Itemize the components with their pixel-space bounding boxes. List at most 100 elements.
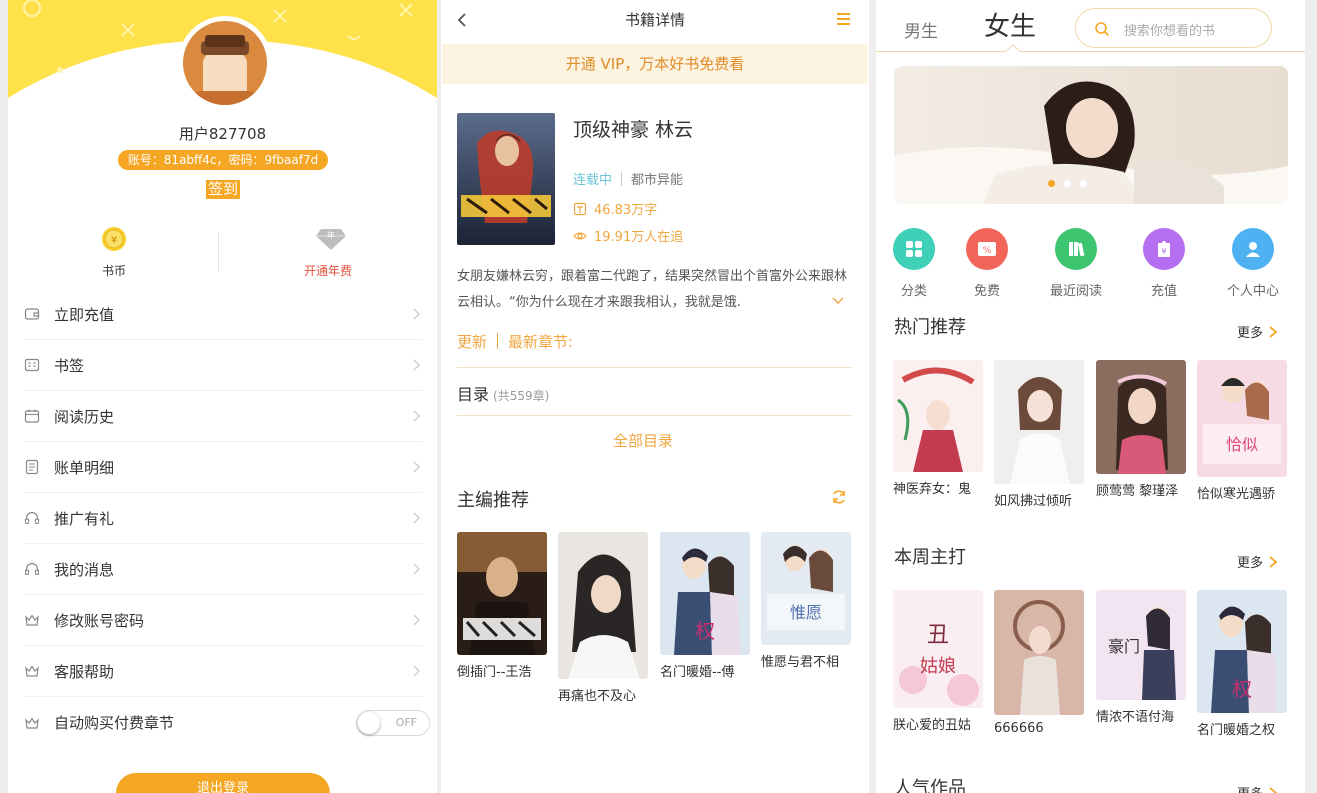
hot-book[interactable]: 神医弃女：鬼 — [893, 360, 983, 497]
expand-chevron-icon[interactable] — [831, 295, 845, 307]
free-ticket-icon: % — [966, 228, 1008, 270]
carousel-dot[interactable] — [1064, 180, 1071, 187]
toc-count: (共559章) — [493, 389, 550, 403]
menu-label: 推广有礼 — [54, 509, 115, 528]
book-cover: 恰似 — [1197, 360, 1287, 477]
bill-icon — [24, 459, 40, 475]
svg-text:权: 权 — [1232, 677, 1252, 701]
weekly-more-link[interactable]: 更多 — [1237, 552, 1278, 571]
signin-button[interactable]: 签到 — [206, 180, 240, 199]
menu-label: 账单明细 — [54, 458, 115, 477]
quick-link-label: 最近阅读 — [1049, 284, 1102, 299]
book-name: 名门暖婚--傅 — [660, 665, 735, 680]
quick-link-recent[interactable]: 最近阅读 — [1037, 228, 1115, 299]
chevron-right-icon — [1269, 786, 1278, 793]
toc-row[interactable]: 目录 (共559章) — [457, 381, 852, 416]
username: 用户827708 — [178, 125, 267, 143]
logout-button[interactable]: 退出登录 — [116, 773, 330, 793]
tab-female[interactable]: 女生 — [984, 6, 1036, 43]
svg-text:¥: ¥ — [111, 235, 117, 246]
word-count: 46.83万字 — [573, 199, 657, 218]
menu-item-bookmarks[interactable]: 书签 — [24, 340, 422, 391]
tab-male[interactable]: 男生 — [904, 17, 938, 42]
quick-link-profile[interactable]: 个人中心 — [1214, 228, 1292, 299]
book-cover: 权 — [660, 532, 750, 655]
menu-label: 自动购买付费章节 — [54, 714, 175, 732]
weekly-book[interactable]: 豪门 情浓不语付海 — [1096, 590, 1186, 725]
coin-icon: ¥ — [101, 226, 127, 252]
headset-icon — [24, 510, 40, 526]
user-icon — [1232, 228, 1274, 270]
quick-link-label: 分类 — [900, 284, 927, 299]
active-tab-indicator — [1005, 44, 1021, 53]
annual-vip-stat[interactable]: 年 开通年费 — [222, 226, 434, 279]
quick-link-recharge[interactable]: ¥ 充值 — [1125, 228, 1203, 299]
book-cover — [994, 590, 1084, 715]
coin-stat[interactable]: ¥ 书币 — [8, 226, 220, 279]
calendar-icon — [24, 408, 40, 424]
book-cover — [457, 532, 547, 655]
diamond-icon: 年 — [315, 226, 346, 252]
annual-vip-label: 开通年费 — [303, 264, 352, 278]
word-count-text: 46.83万字 — [594, 203, 658, 218]
refresh-icon[interactable] — [831, 489, 847, 505]
profile-menu: 立即充值 书签 阅读历史 账单明细 推广有礼 我的消息 修改账号密码 客服帮助 … — [24, 289, 430, 748]
search-icon — [1095, 22, 1110, 37]
more-label: 更多 — [1237, 556, 1264, 571]
book-name: 顾莺莺 黎瑾泽 — [1096, 484, 1179, 499]
avatar[interactable] — [178, 16, 272, 110]
books-icon — [1055, 228, 1097, 270]
recommended-book[interactable]: 再痛也不及心 — [558, 532, 648, 704]
all-toc-link[interactable]: 全部目录 — [441, 430, 845, 451]
weekly-book[interactable]: 666666 — [994, 590, 1084, 736]
weekly-book[interactable]: 权 名门暖婚之权 — [1197, 590, 1287, 738]
vip-promo-banner[interactable]: 开通 VIP，万本好书免费看 — [442, 44, 868, 84]
chevron-right-icon — [413, 410, 420, 422]
search-box[interactable]: 搜索你想看的书 — [1075, 8, 1272, 48]
carousel-dots — [1048, 180, 1087, 187]
recommended-book[interactable]: 倒插门--王浩 — [457, 532, 547, 680]
book-cover: 豪门 — [1096, 590, 1186, 700]
recommended-book[interactable]: 惟愿 惟愿与君不相 — [761, 532, 851, 670]
weekly-section-title: 本周主打 — [894, 547, 966, 568]
auto-buy-toggle[interactable]: OFF — [356, 710, 430, 736]
hot-book[interactable]: 顾莺莺 黎瑾泽 — [1096, 360, 1186, 499]
follower-count: 19.91万人在追 — [573, 226, 683, 245]
weekly-book[interactable]: 丑姑娘 朕心爱的丑姑 — [893, 590, 983, 733]
hot-more-link[interactable]: 更多 — [1237, 322, 1278, 341]
chevron-right-icon — [1269, 555, 1278, 568]
menu-label: 修改账号密码 — [54, 611, 145, 630]
hamburger-menu-icon[interactable] — [836, 12, 851, 26]
back-arrow-icon[interactable] — [455, 12, 469, 28]
book-cover: 丑姑娘 — [893, 590, 983, 708]
hot-book[interactable]: 恰似 恰似寒光遇骄 — [1197, 360, 1287, 502]
menu-item-auto-buy: 自动购买付费章节 OFF — [24, 697, 430, 748]
category-icon — [893, 228, 935, 270]
menu-item-billing[interactable]: 账单明细 — [24, 442, 422, 493]
headset-icon — [24, 561, 40, 577]
quick-link-category[interactable]: 分类 — [876, 228, 953, 299]
menu-item-referral[interactable]: 推广有礼 — [24, 493, 422, 544]
recharge-icon: ¥ — [1143, 228, 1185, 270]
carousel-dot[interactable] — [1080, 180, 1087, 187]
latest-update-row[interactable]: 更新 最新章节: — [457, 331, 852, 368]
menu-item-recharge[interactable]: 立即充值 — [24, 289, 422, 340]
hot-book[interactable]: 如风拂过倾听 — [994, 360, 1084, 509]
toggle-knob — [358, 712, 380, 734]
svg-text:恰似: 恰似 — [1226, 435, 1258, 454]
menu-item-messages[interactable]: 我的消息 — [24, 544, 422, 595]
quick-link-free[interactable]: % 免费 — [948, 228, 1026, 299]
gender-tabs: 男生 女生 搜索你想看的书 — [876, 0, 1305, 53]
popular-more-link[interactable]: 更多 — [1237, 783, 1278, 793]
menu-item-help[interactable]: 客服帮助 — [24, 646, 422, 697]
chevron-right-icon — [413, 359, 420, 371]
menu-item-reading-history[interactable]: 阅读历史 — [24, 391, 422, 442]
menu-label: 立即充值 — [54, 305, 115, 324]
eye-icon — [573, 231, 587, 240]
carousel-dot-active[interactable] — [1048, 180, 1055, 187]
recommended-book[interactable]: 权 名门暖婚--傅 — [660, 532, 750, 680]
menu-item-change-password[interactable]: 修改账号密码 — [24, 595, 422, 646]
chevron-right-icon — [413, 665, 420, 677]
promo-banner-carousel[interactable] — [894, 66, 1288, 204]
account-info-badge: 账号：81abff4c，密码：9fbaaf7d — [118, 150, 328, 170]
